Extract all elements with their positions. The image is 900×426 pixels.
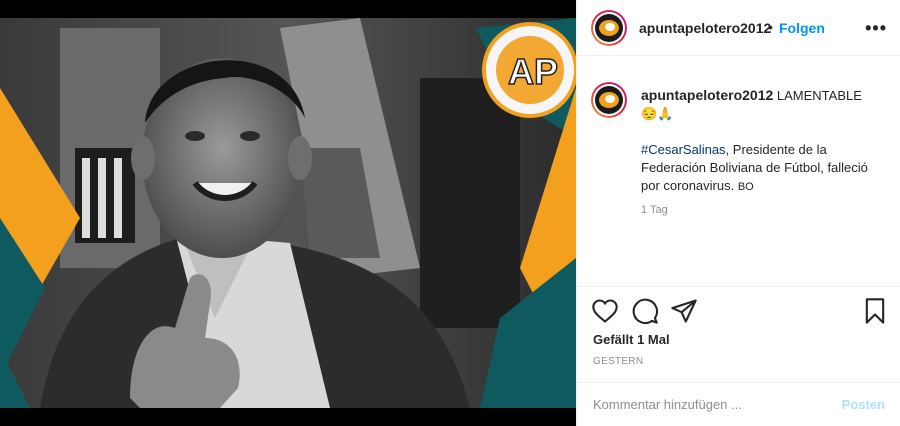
hashtag-link[interactable]: #CesarSalinas <box>641 142 726 157</box>
comment-bubble-icon[interactable] <box>631 297 659 325</box>
post-image-art: AP <box>0 18 576 408</box>
caption-author-username[interactable]: apuntapelotero2012 <box>641 87 773 103</box>
caption-time: 1 Tag <box>641 204 668 216</box>
post-caption: apuntapelotero2012 LAMENTABLE 😔🙏 #CesarS… <box>577 56 900 286</box>
comment-input[interactable] <box>593 397 823 412</box>
caption-text: apuntapelotero2012 LAMENTABLE 😔🙏 #CesarS… <box>641 86 887 196</box>
caption-headline: LAMENTABLE <box>776 88 862 103</box>
post-side-panel: apuntapelotero2012 • Folgen ••• apuntape… <box>576 0 900 426</box>
author-username[interactable]: apuntapelotero2012 <box>639 20 771 36</box>
share-send-icon[interactable] <box>670 297 698 325</box>
top-letterbox <box>0 0 576 18</box>
caption-author-avatar[interactable] <box>591 82 627 118</box>
post-header: apuntapelotero2012 • Folgen ••• <box>577 0 900 56</box>
like-count[interactable]: Gefällt 1 Mal <box>593 332 670 347</box>
header-separator: • <box>768 19 773 35</box>
logo-text: AP <box>508 51 558 92</box>
comment-form: Posten <box>577 382 900 426</box>
bottom-letterbox <box>0 408 576 426</box>
post-date: GESTERN <box>593 356 644 367</box>
follow-button[interactable]: Folgen <box>779 20 825 36</box>
caption-tag: BO <box>737 181 754 193</box>
post-image[interactable]: AP <box>0 18 576 408</box>
more-options-icon[interactable]: ••• <box>865 18 887 39</box>
like-heart-icon[interactable] <box>591 297 619 325</box>
author-avatar[interactable] <box>591 10 627 46</box>
action-bar: Gefällt 1 Mal GESTERN <box>577 286 900 382</box>
save-bookmark-icon[interactable] <box>861 297 889 325</box>
post-comment-button[interactable]: Posten <box>842 397 885 412</box>
post-modal: AP apuntapelotero2012 • Folgen ••• apunt… <box>0 0 900 426</box>
caption-emojis: 😔🙏 <box>641 106 674 121</box>
